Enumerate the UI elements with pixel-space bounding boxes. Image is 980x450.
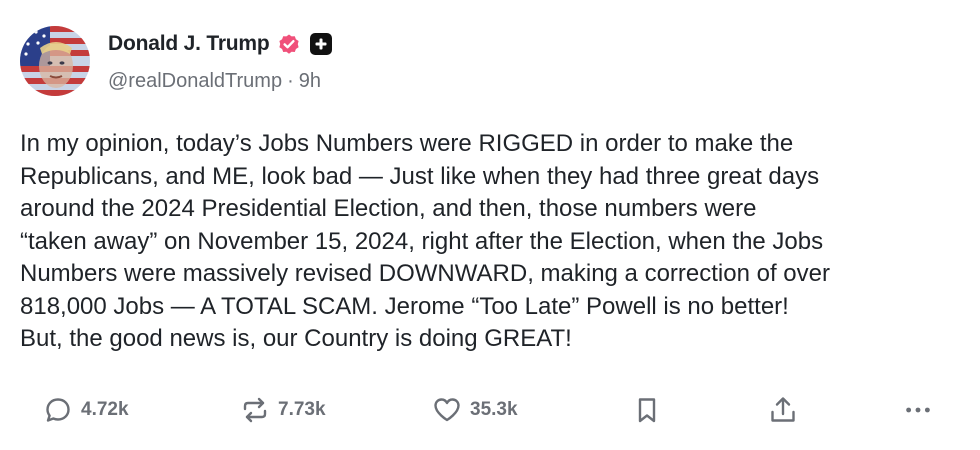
post-text-line: around the 2024 Presidential Election, a… — [20, 195, 757, 222]
avatar-image — [20, 26, 90, 96]
like-count: 35.3k — [470, 399, 518, 420]
reply-count: 4.72k — [81, 399, 129, 420]
plus-badge-icon — [309, 33, 332, 55]
author-handle-row: @realDonaldTrump · 9h — [108, 70, 321, 93]
author-handle[interactable]: @realDonaldTrump — [108, 70, 282, 93]
like-icon — [432, 395, 462, 425]
verified-badge-icon — [277, 32, 301, 56]
repost-icon — [240, 395, 270, 425]
more-icon — [903, 395, 933, 425]
share-icon — [768, 395, 798, 425]
post-text: In my opinion, today’s Jobs Numbers were… — [20, 128, 965, 356]
post-timestamp[interactable]: 9h — [299, 70, 321, 93]
post-text-line: In my opinion, today’s Jobs Numbers were… — [20, 130, 794, 157]
avatar[interactable] — [20, 26, 90, 96]
repost-count: 7.73k — [278, 399, 326, 420]
post-text-line: Numbers were massively revised DOWNWARD,… — [20, 260, 830, 287]
bookmark-icon — [632, 395, 662, 425]
post-text-line: Republicans, and ME, look bad — Just lik… — [20, 162, 820, 190]
repost-button[interactable]: 7.73k — [240, 388, 326, 432]
reply-button[interactable]: 4.72k — [43, 388, 129, 432]
post-text-line: “taken away” on November 15, 2024, right… — [20, 227, 824, 255]
share-button[interactable] — [768, 388, 798, 432]
post-card: Donald J. Trump @realDonaldTrump · 9h In… — [0, 0, 980, 450]
bookmark-button[interactable] — [632, 388, 662, 432]
post-text-line: But, the good news is, our Country is do… — [20, 325, 572, 352]
like-button[interactable]: 35.3k — [432, 388, 518, 432]
post-text-line: 818,000 Jobs — A TOTAL SCAM. Jerome “Too… — [20, 292, 789, 320]
more-options-button[interactable] — [903, 388, 933, 432]
handle-separator: · — [287, 70, 294, 92]
post-actions-bar: 4.72k 7.73k 35.3k — [0, 388, 980, 432]
author-display-name[interactable]: Donald J. Trump — [108, 32, 270, 56]
author-name-row: Donald J. Trump — [108, 29, 332, 59]
reply-icon — [43, 395, 73, 425]
